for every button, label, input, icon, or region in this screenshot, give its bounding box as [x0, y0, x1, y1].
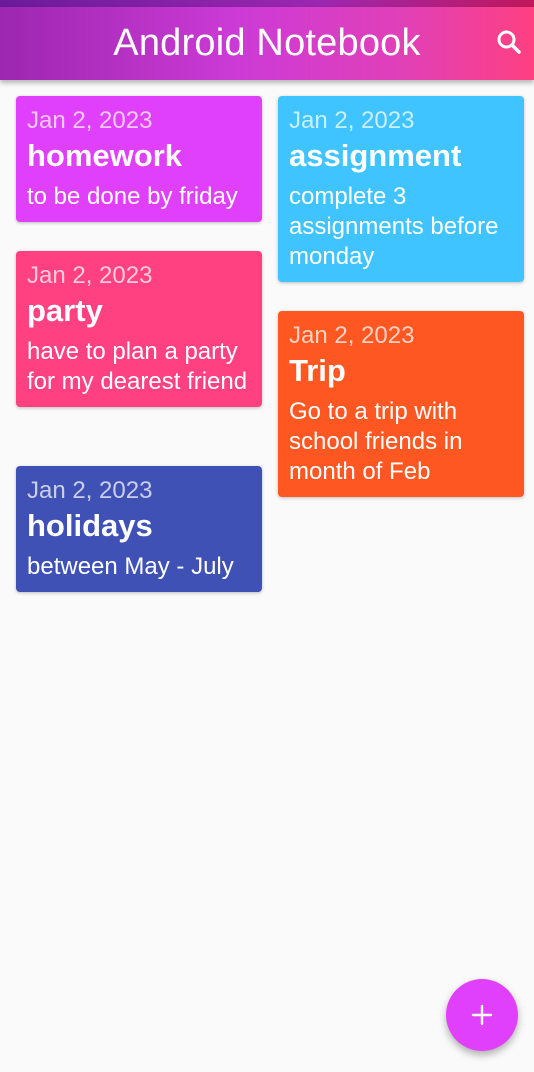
- status-bar: [0, 0, 534, 7]
- add-note-button[interactable]: [446, 979, 518, 1051]
- search-button[interactable]: [494, 27, 524, 57]
- note-title: holidays: [27, 508, 153, 543]
- note-date: Jan 2, 2023: [27, 262, 153, 289]
- note-body: have to plan a party for my dearest frie…: [27, 338, 248, 395]
- note-body: to be done by friday: [27, 183, 238, 210]
- plus-icon: [471, 1004, 493, 1026]
- search-icon: [497, 30, 521, 54]
- note-card-holidays[interactable]: Jan 2, 2023 holidays between May - July: [16, 466, 262, 592]
- app-bar: Android Notebook: [0, 7, 534, 80]
- note-date: Jan 2, 2023: [27, 477, 153, 504]
- note-body: between May - July: [27, 553, 234, 580]
- note-title: Trip: [289, 353, 346, 388]
- note-title: party: [27, 293, 103, 328]
- note-date: Jan 2, 2023: [27, 107, 153, 134]
- note-card-assignment[interactable]: Jan 2, 2023 assignment complete 3 assign…: [278, 96, 524, 282]
- note-title: homework: [27, 138, 183, 173]
- note-body: complete 3 assignments before monday: [289, 183, 499, 270]
- note-title: assignment: [289, 138, 462, 173]
- app-title: Android Notebook: [113, 22, 421, 64]
- note-body: Go to a trip with school friends in mont…: [289, 398, 463, 485]
- note-card-homework[interactable]: Jan 2, 2023 homework to be done by frida…: [16, 96, 262, 222]
- note-card-party[interactable]: Jan 2, 2023 party have to plan a party f…: [16, 251, 262, 407]
- note-date: Jan 2, 2023: [289, 322, 415, 349]
- note-card-trip[interactable]: Jan 2, 2023 Trip Go to a trip with schoo…: [278, 311, 524, 497]
- note-date: Jan 2, 2023: [289, 107, 415, 134]
